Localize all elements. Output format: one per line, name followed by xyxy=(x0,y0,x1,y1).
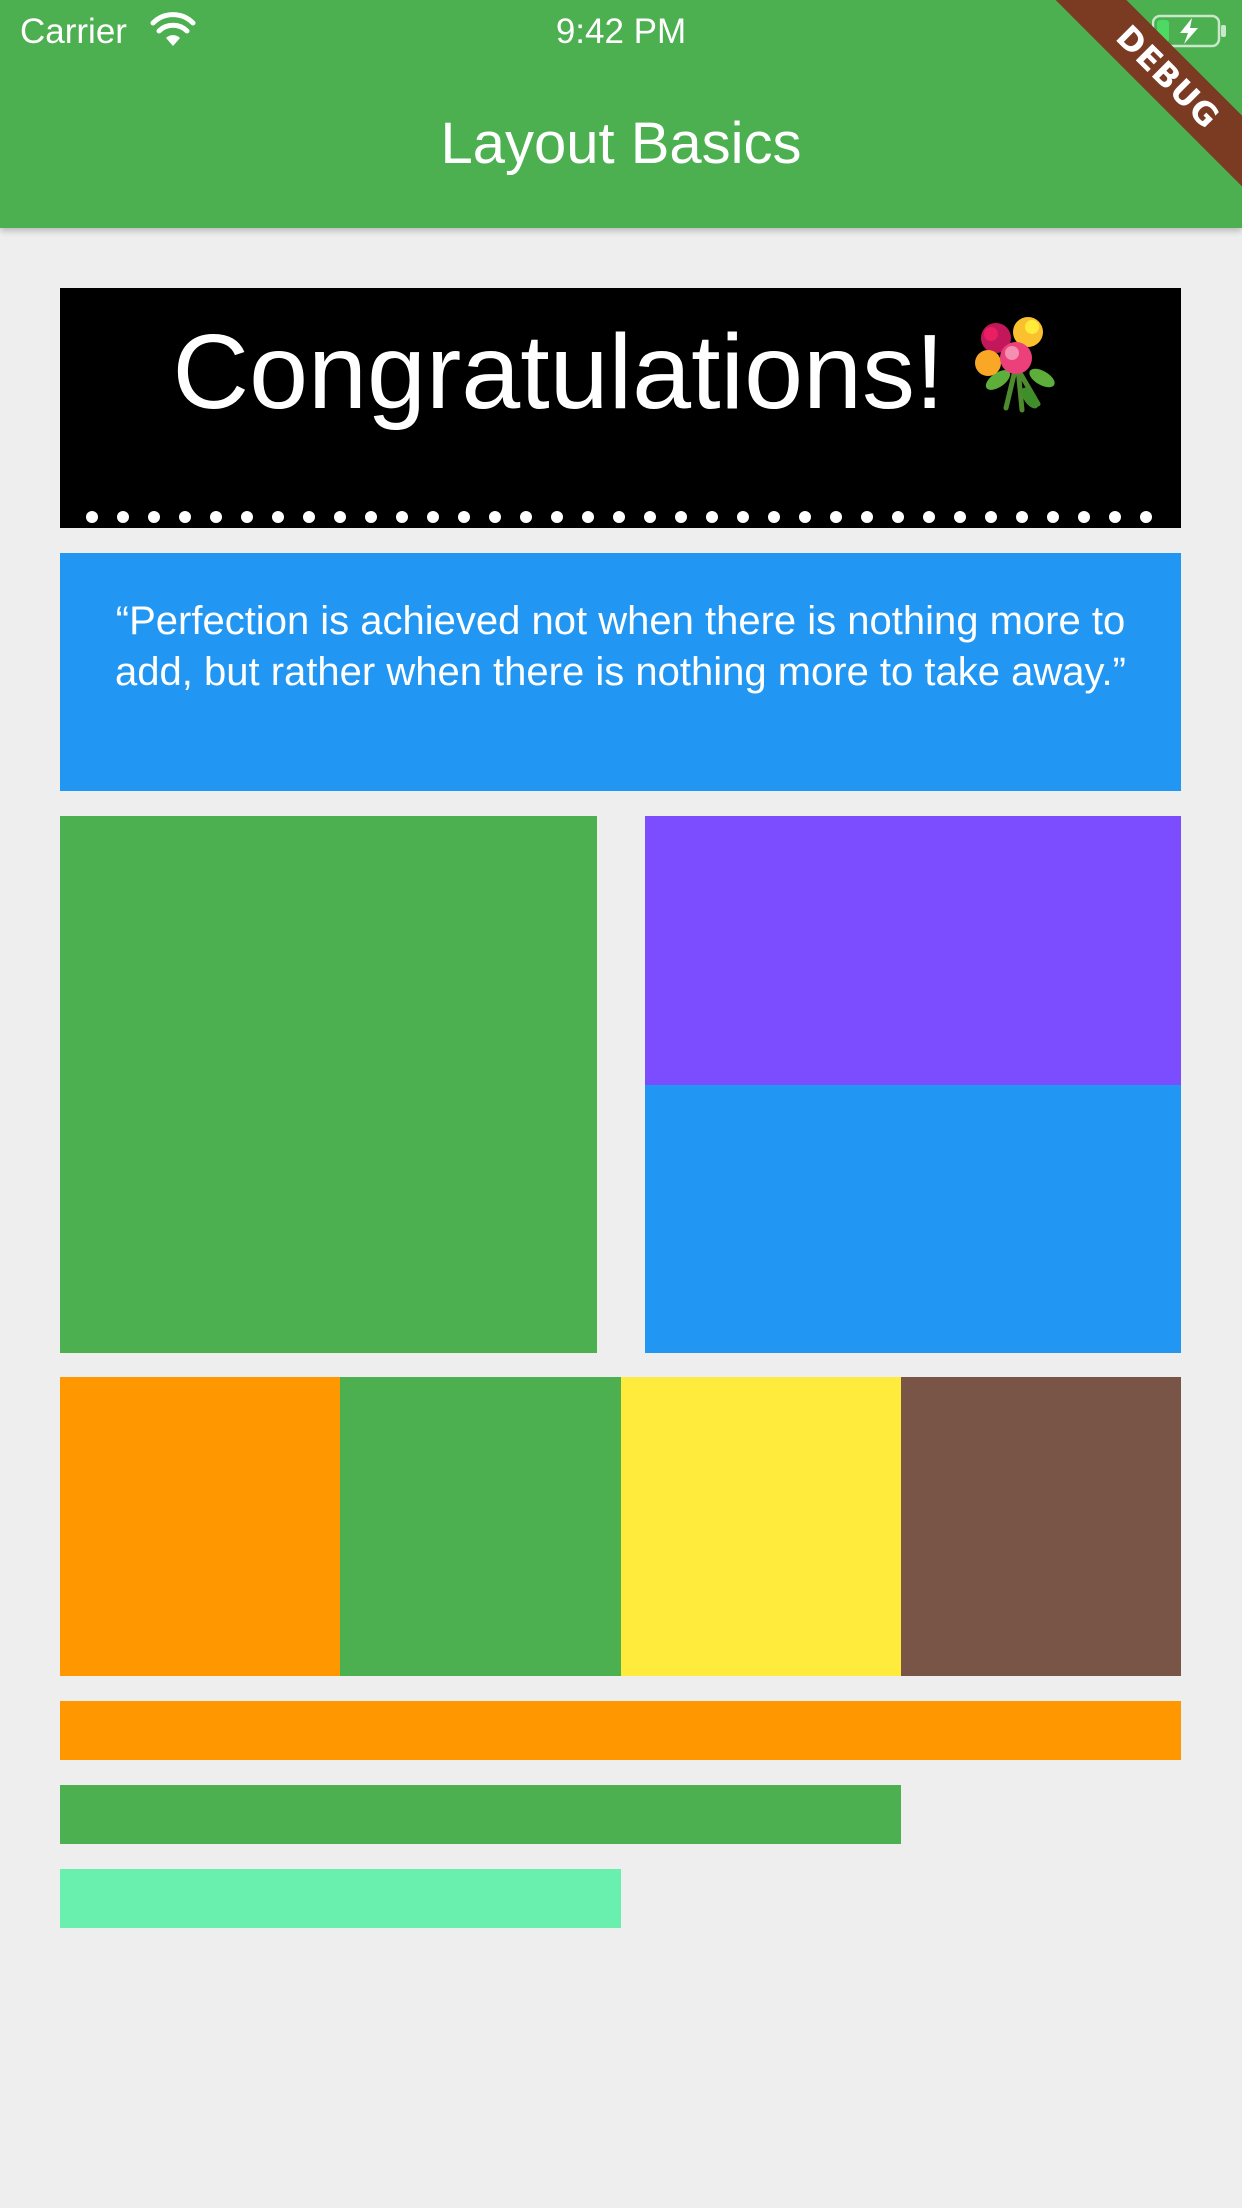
quote-box: “Perfection is achieved not when there i… xyxy=(60,553,1181,791)
debug-label: DEBUG xyxy=(1051,0,1242,194)
debug-banner: DEBUG xyxy=(1022,0,1242,220)
mint-bar xyxy=(60,1869,621,1928)
app-bar: Carrier 9:42 PM Layout Basics DEBUG xyxy=(0,0,1242,228)
purple-block xyxy=(645,816,1181,1085)
congrats-heading: Congratulations! xyxy=(60,308,1181,432)
orange-bar xyxy=(60,1701,1181,1760)
yellow-tile xyxy=(620,1377,901,1676)
blue-block xyxy=(645,1085,1181,1353)
congrats-text: Congratulations! xyxy=(172,313,945,431)
brown-tile xyxy=(900,1377,1181,1676)
green-tile xyxy=(340,1377,621,1676)
green-square xyxy=(60,816,597,1353)
dotted-border xyxy=(86,511,1152,523)
color-row xyxy=(60,1377,1181,1676)
green-bar xyxy=(60,1785,901,1844)
quote-text: “Perfection is achieved not when there i… xyxy=(115,599,1126,694)
orange-tile xyxy=(60,1377,341,1676)
bouquet-icon xyxy=(975,317,1056,413)
congrats-banner: Congratulations! xyxy=(60,288,1181,528)
